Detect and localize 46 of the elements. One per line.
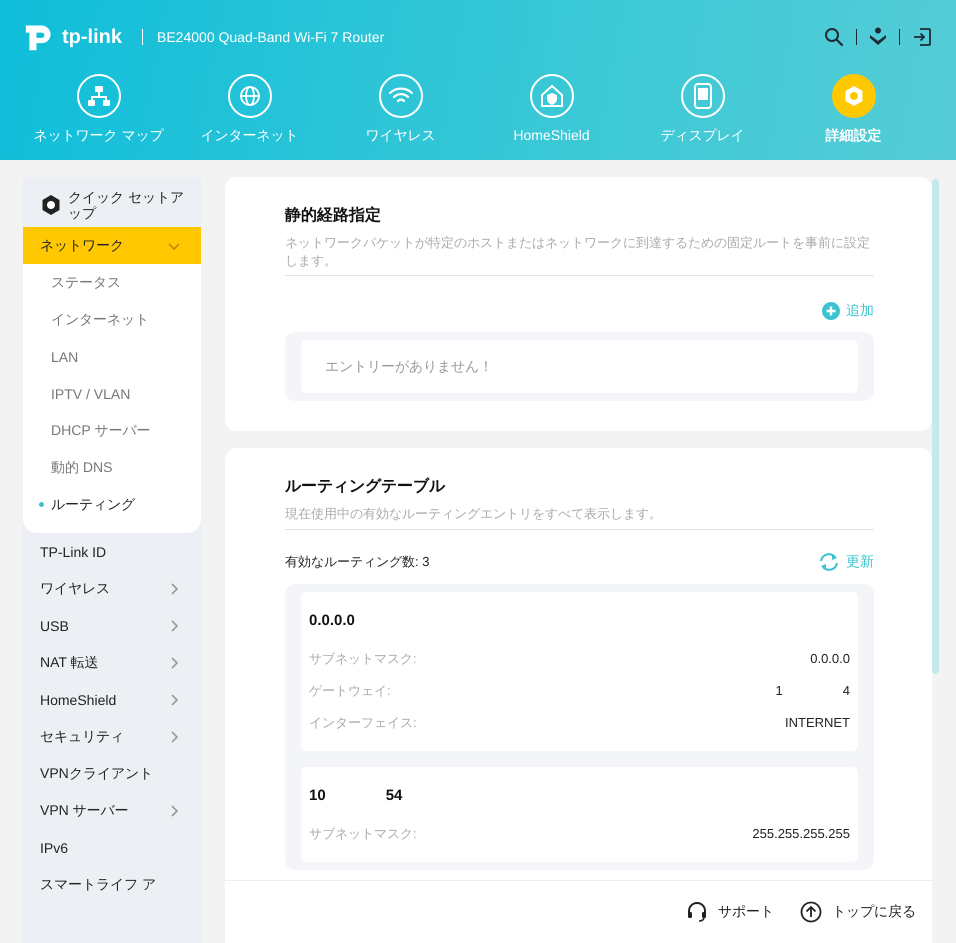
field-label: サブネットマスク: — [309, 824, 417, 843]
submenu-item[interactable]: DHCP サーバー — [23, 412, 201, 450]
field-label: ゲートウェイ: — [309, 682, 391, 700]
wifi-icon — [378, 74, 422, 118]
field-value: 4 — [842, 683, 850, 698]
download-icon[interactable] — [869, 27, 887, 47]
scrollbar[interactable] — [932, 179, 939, 674]
house-shield-icon — [530, 74, 574, 118]
field-label: サブネットマスク: — [309, 650, 417, 668]
quick-setup-item[interactable]: クイック セットアップ — [23, 177, 201, 228]
gear-icon — [40, 194, 62, 216]
section-title: ルーティングテーブル — [285, 476, 446, 498]
gear-icon — [832, 74, 876, 118]
add-icon — [822, 302, 840, 320]
submenu-item[interactable]: ステータス — [23, 264, 201, 302]
submenu-item[interactable]: インターネット — [23, 301, 201, 338]
support-button[interactable]: サポート — [686, 901, 774, 923]
arrow-up-icon — [800, 901, 822, 923]
model-name: BE24000 Quad-Band Wi-Fi 7 Router — [157, 29, 384, 45]
logo-text: tp-link — [62, 26, 122, 48]
logout-icon[interactable] — [912, 27, 932, 47]
route-count: 有効なルーティング数: 3 — [285, 552, 430, 571]
network-map-icon — [76, 74, 120, 118]
empty-message: エントリーがありません！ — [301, 340, 858, 394]
field-value: 1 — [776, 683, 783, 698]
field-value: 255.255.255.255 — [752, 826, 850, 842]
route-destination: 10 — [309, 786, 326, 804]
submenu-item[interactable]: 動的 DNS — [23, 449, 201, 486]
field-label: インターフェイス: — [309, 714, 417, 732]
route-destination: 54 — [386, 786, 402, 804]
section-description: 現在使用中の有効なルーティングエントリをすべて表示します。 — [285, 505, 874, 530]
menu-item[interactable]: ネットワーク — [23, 227, 201, 264]
section-title: 静的経路指定 — [285, 205, 382, 226]
tablet-icon — [680, 74, 724, 118]
route-destination: 0.0.0.0 — [309, 612, 355, 629]
search-icon[interactable] — [824, 27, 844, 47]
globe-icon — [228, 74, 272, 118]
field-value: INTERNET — [785, 715, 850, 730]
submenu-item[interactable]: ルーティング — [23, 486, 201, 524]
field-value: 0.0.0.0 — [810, 651, 850, 666]
submenu-item[interactable]: LAN — [23, 338, 201, 376]
back-to-top-button[interactable]: トップに戻る — [800, 901, 916, 923]
refresh-icon — [818, 552, 840, 572]
section-description: ネットワークパケットが特定のホストまたはネットワークに到達するための固定ルートを事前に設定します。 — [285, 234, 874, 276]
headset-icon — [686, 901, 708, 923]
submenu-item[interactable]: IPTV / VLAN — [23, 375, 201, 412]
